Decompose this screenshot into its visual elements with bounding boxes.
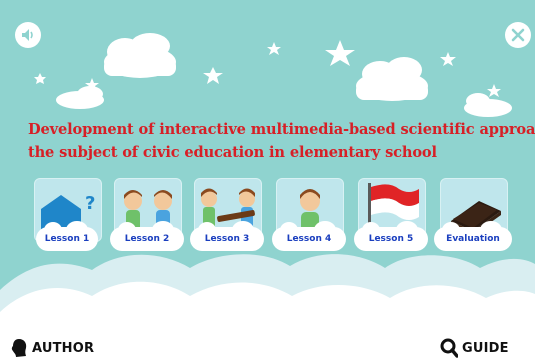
lesson-5-button[interactable]: Lesson 5 xyxy=(356,221,426,249)
lesson-4-label: Lesson 4 xyxy=(286,234,332,244)
app-title-line-2: the subject of civic education in elemen… xyxy=(28,144,437,161)
guide-label: GUIDE xyxy=(462,340,509,356)
speaker-icon xyxy=(22,29,33,41)
lesson-4-button[interactable]: Lesson 4 xyxy=(274,221,344,249)
search-icon xyxy=(440,338,458,358)
lesson-3-button[interactable]: Lesson 3 xyxy=(192,221,262,249)
evaluation-button[interactable]: Evaluation xyxy=(436,221,510,249)
author-label: AUTHOR xyxy=(32,340,95,356)
close-icon xyxy=(511,28,525,42)
guide-button[interactable]: GUIDE xyxy=(440,338,509,358)
svg-text:?: ? xyxy=(85,193,95,214)
cloud-decoration xyxy=(104,33,176,78)
close-button[interactable] xyxy=(505,22,531,48)
cloud-decoration xyxy=(464,93,512,117)
lesson-2-label: Lesson 2 xyxy=(124,234,170,244)
app-title-line-1: Development of interactive multimedia-ba… xyxy=(28,121,535,138)
lesson-1-label: Lesson 1 xyxy=(44,234,90,244)
main-menu-screen: Development of interactive multimedia-ba… xyxy=(0,0,535,363)
person-head-icon xyxy=(11,339,27,357)
lesson-3-label: Lesson 3 xyxy=(204,234,250,244)
app-title: Development of interactive multimedia-ba… xyxy=(28,118,535,164)
evaluation-label: Evaluation xyxy=(446,234,500,244)
sound-button[interactable] xyxy=(15,22,41,48)
lesson-5-label: Lesson 5 xyxy=(368,234,414,244)
author-button[interactable]: AUTHOR xyxy=(10,338,94,358)
cloud-decoration xyxy=(356,57,428,101)
lesson-2-button[interactable]: Lesson 2 xyxy=(112,221,182,249)
lesson-1-button[interactable]: Lesson 1 xyxy=(38,221,96,249)
cloud-decoration xyxy=(56,86,104,109)
